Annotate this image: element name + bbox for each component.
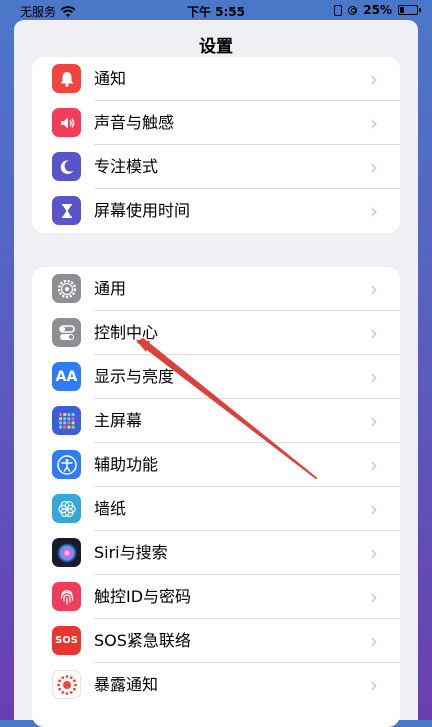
settings-row-label: 控制中心 — [94, 323, 159, 342]
settings-row-group2-6[interactable]: Siri与搜索 › — [32, 531, 400, 575]
aa-text-icon: AA — [52, 362, 81, 391]
exposure-dots-icon — [52, 670, 81, 699]
chevron-right-icon: › — [370, 497, 378, 521]
chevron-right-icon: › — [370, 321, 378, 345]
chevron-right-icon: › — [370, 111, 378, 135]
settings-row-label: Siri与搜索 — [94, 543, 168, 562]
app-grid-icon — [52, 406, 81, 435]
settings-row-group1-3[interactable]: 屏幕使用时间 › — [32, 189, 400, 233]
chevron-right-icon: › — [370, 277, 378, 301]
phone-icon — [334, 4, 343, 16]
settings-row-label: 通知 — [94, 69, 127, 88]
settings-row-label: 主屏幕 — [94, 411, 143, 430]
settings-row-group2-4[interactable]: 辅助功能 › — [32, 443, 400, 487]
settings-row-label: 声音与触感 — [94, 113, 175, 132]
orientation-lock-icon — [348, 5, 358, 15]
settings-row-label: 暴露通知 — [94, 675, 159, 694]
settings-row-group2-2[interactable]: AA 显示与亮度 › — [32, 355, 400, 399]
settings-row-group1-1[interactable]: 声音与触感 › — [32, 101, 400, 145]
flower-icon — [52, 494, 81, 523]
settings-row-label: 显示与亮度 — [94, 367, 175, 386]
chevron-right-icon: › — [370, 155, 378, 179]
settings-sheet: 设置 通知 › 声音与触感 › 专注模式 › 屏幕使用时间 › 通用 › 控制中心 › AA 显示与亮度… — [14, 20, 418, 727]
settings-row-label: SOS紧急联络 — [94, 631, 191, 650]
sos-text: SOS — [55, 635, 78, 646]
settings-row-label: 墙纸 — [94, 499, 127, 518]
settings-row-group2-1[interactable]: 控制中心 › — [32, 311, 400, 355]
gear-icon — [52, 274, 81, 303]
chevron-right-icon: › — [370, 453, 378, 477]
settings-group-2: 通用 › 控制中心 › AA 显示与亮度 › 主屏幕 › 辅助功能 › 墙纸 › Siri与搜索 › 触控ID… — [32, 267, 400, 727]
settings-row-group2-8[interactable]: SOS SOS紧急联络 › — [32, 619, 400, 663]
chevron-right-icon: › — [370, 365, 378, 389]
chevron-right-icon: › — [370, 585, 378, 609]
sos-icon: SOS — [52, 626, 81, 655]
settings-row-label: 通用 — [94, 279, 127, 298]
fingerprint-icon — [52, 582, 81, 611]
chevron-right-icon: › — [370, 67, 378, 91]
siri-icon — [52, 538, 81, 567]
toggle-switches-icon — [52, 318, 81, 347]
chevron-right-icon: › — [370, 673, 378, 697]
settings-row-label: 辅助功能 — [94, 455, 159, 474]
chevron-right-icon: › — [370, 409, 378, 433]
hourglass-icon — [52, 196, 81, 225]
settings-row-group2-0[interactable]: 通用 › — [32, 267, 400, 311]
settings-row-group2-5[interactable]: 墙纸 › — [32, 487, 400, 531]
status-bar: 无服务 下午 5:55 25% — [0, 0, 432, 20]
settings-row-label: 屏幕使用时间 — [94, 201, 191, 220]
settings-row-group2-3[interactable]: 主屏幕 › — [32, 399, 400, 443]
settings-group-1: 通知 › 声音与触感 › 专注模式 › 屏幕使用时间 › — [32, 57, 400, 233]
page-title: 设置 — [199, 37, 233, 57]
settings-row-group2-7[interactable]: 触控ID与密码 › — [32, 575, 400, 619]
chevron-right-icon: › — [370, 541, 378, 565]
battery-fill — [400, 7, 404, 13]
chevron-right-icon: › — [370, 629, 378, 653]
notification-bell-icon — [52, 64, 81, 93]
settings-row-label: 触控ID与密码 — [94, 587, 192, 606]
chevron-right-icon: › — [370, 199, 378, 223]
battery-percent: 25% — [363, 3, 392, 17]
aa-text: AA — [55, 368, 78, 385]
settings-row-group2-9[interactable]: 暴露通知 › — [32, 663, 400, 707]
status-right: 25% — [334, 3, 421, 17]
settings-row-label: 专注模式 — [94, 157, 159, 176]
moon-icon — [52, 152, 81, 181]
settings-row-group1-0[interactable]: 通知 › — [32, 57, 400, 101]
speaker-icon — [52, 108, 81, 137]
accessibility-icon — [52, 450, 81, 479]
settings-row-group1-2[interactable]: 专注模式 › — [32, 145, 400, 189]
battery-icon — [398, 5, 421, 15]
